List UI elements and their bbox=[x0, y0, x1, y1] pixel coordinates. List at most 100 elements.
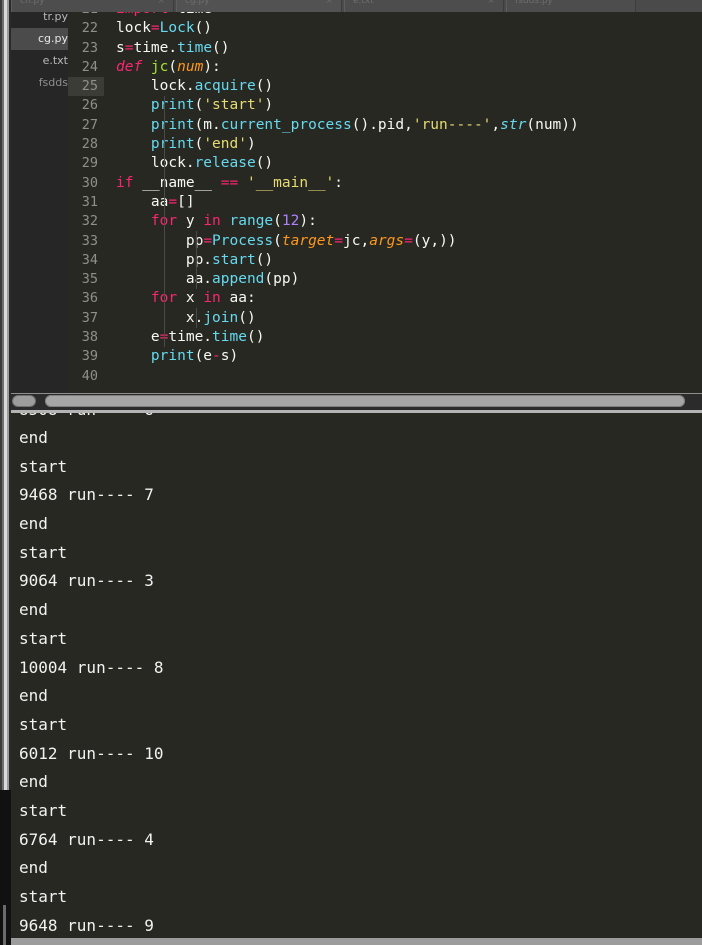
code-text: print(m.current_process().pid,'run----',… bbox=[116, 116, 579, 135]
console-line: 10004 run---- 8 bbox=[19, 657, 164, 677]
line-number: 36 bbox=[81, 290, 98, 307]
tab-bar: ch.py × cg.py × e.txt × fsdds.py bbox=[11, 0, 702, 12]
console-line: end bbox=[19, 600, 48, 620]
code-text: def jc(num): bbox=[116, 58, 221, 77]
code-token: time bbox=[212, 329, 247, 346]
code-token: start bbox=[212, 251, 256, 268]
pane-splitter[interactable] bbox=[0, 393, 702, 413]
sidebar-item-e-txt[interactable]: e.txt bbox=[11, 50, 68, 72]
code-line[interactable]: 22 lock=Lock() bbox=[68, 19, 702, 38]
code-token: ().pid, bbox=[351, 116, 413, 133]
code-token: Lock bbox=[159, 20, 195, 37]
code-token: () bbox=[255, 251, 274, 268]
console-line: 9648 run---- 9 bbox=[19, 915, 154, 935]
code-token: print bbox=[150, 136, 195, 153]
code-token: = bbox=[334, 232, 344, 249]
console-line: end bbox=[19, 686, 48, 706]
code-token: for bbox=[150, 213, 186, 230]
code-token: (e bbox=[194, 348, 213, 365]
code-editor-pane[interactable]: 21import time22lock=Lock()23s=time.time(… bbox=[68, 0, 702, 393]
sidebar-file-list: tr.py cg.py e.txt fsdds bbox=[11, 0, 68, 393]
code-token: () bbox=[255, 155, 274, 172]
code-token: release bbox=[194, 155, 256, 172]
close-icon[interactable]: × bbox=[487, 0, 495, 6]
code-token: range bbox=[229, 213, 274, 230]
code-text: pp.start() bbox=[116, 251, 273, 270]
code-token: print bbox=[150, 348, 195, 365]
line-number: 40 bbox=[81, 367, 98, 384]
code-text: lock.release() bbox=[116, 154, 273, 173]
code-token: lock. bbox=[116, 155, 195, 172]
code-line[interactable]: 24 def jc(num): bbox=[68, 58, 702, 77]
line-number: 32 bbox=[81, 213, 98, 230]
code-token: () bbox=[238, 309, 256, 326]
code-text: print(e-s) bbox=[116, 347, 238, 366]
code-line[interactable]: 40 bbox=[68, 367, 702, 386]
code-token: str bbox=[500, 116, 527, 133]
tab-e-txt[interactable]: e.txt × bbox=[344, 0, 504, 12]
sidebar-item-cg-py[interactable]: cg.py bbox=[11, 28, 68, 50]
code-text: print('end') bbox=[116, 135, 256, 154]
horizontal-scrollbar-thumb[interactable] bbox=[45, 395, 685, 407]
window-edge-lower-highlight bbox=[3, 905, 6, 945]
code-token: = bbox=[203, 232, 213, 249]
code-text: for y in range(12): bbox=[116, 212, 317, 231]
code-text: x.join() bbox=[116, 309, 256, 328]
tab-fsdds-py[interactable]: fsdds.py bbox=[506, 0, 636, 12]
close-icon[interactable]: × bbox=[325, 0, 333, 6]
line-number: 27 bbox=[81, 116, 98, 133]
code-token: ( bbox=[194, 97, 204, 114]
code-text: lock.acquire() bbox=[116, 77, 273, 96]
console-line: start bbox=[19, 714, 68, 734]
code-token: Process bbox=[212, 232, 274, 249]
code-token: - bbox=[212, 348, 221, 365]
line-number: 34 bbox=[81, 251, 98, 268]
code-token: (pp) bbox=[264, 271, 300, 288]
code-token: target bbox=[281, 232, 335, 249]
indent-guide bbox=[196, 231, 197, 289]
code-token: 12 bbox=[281, 213, 300, 230]
code-token: aa: bbox=[229, 290, 256, 307]
code-token: __name__ bbox=[142, 174, 221, 191]
code-token: = bbox=[168, 193, 178, 210]
code-line[interactable]: 23 s=time.time() bbox=[68, 39, 702, 58]
code-text: if __name__ == '__main__': bbox=[116, 174, 343, 193]
code-token: [] bbox=[177, 193, 195, 210]
code-token: 'start' bbox=[203, 97, 265, 114]
editor-hscrollbar-thumb-small[interactable] bbox=[12, 395, 36, 407]
console-line: end bbox=[19, 858, 48, 878]
code-token: lock. bbox=[116, 78, 195, 95]
code-token: 'run----' bbox=[412, 116, 492, 133]
sidebar-item-fsdds[interactable]: fsdds bbox=[11, 72, 68, 94]
console-line: 6012 run---- 10 bbox=[19, 743, 164, 763]
indent-guide bbox=[196, 308, 197, 328]
code-line[interactable]: 39 print(e-s) bbox=[68, 347, 702, 366]
output-console-pane[interactable]: 8508 run---- 6 endstart9468 run---- 7end… bbox=[11, 410, 702, 945]
code-token: (num)) bbox=[526, 116, 579, 133]
close-icon[interactable]: × bbox=[157, 0, 165, 6]
code-token: = bbox=[404, 232, 413, 249]
code-token: == bbox=[220, 174, 239, 191]
code-line[interactable]: 25 lock.acquire() bbox=[68, 77, 702, 97]
horizontal-scrollbar-track[interactable] bbox=[45, 395, 685, 407]
code-text: e=time.time() bbox=[116, 328, 265, 347]
code-token: () bbox=[255, 78, 274, 95]
tab-cg-py[interactable]: cg.py × bbox=[176, 0, 342, 12]
code-token: lock bbox=[116, 20, 151, 37]
console-line: end bbox=[19, 514, 48, 534]
line-number: 29 bbox=[81, 155, 98, 172]
code-token: , bbox=[491, 116, 501, 133]
line-number: 33 bbox=[81, 232, 98, 249]
line-number: 25 bbox=[68, 77, 104, 97]
code-token: time. bbox=[168, 329, 213, 346]
code-token: if bbox=[116, 174, 143, 191]
console-line: 6764 run---- 4 bbox=[19, 829, 154, 849]
line-number: 37 bbox=[81, 309, 98, 326]
code-token: () bbox=[212, 39, 230, 56]
tab-ch-py[interactable]: ch.py × bbox=[11, 0, 174, 12]
code-token: s) bbox=[220, 348, 239, 365]
